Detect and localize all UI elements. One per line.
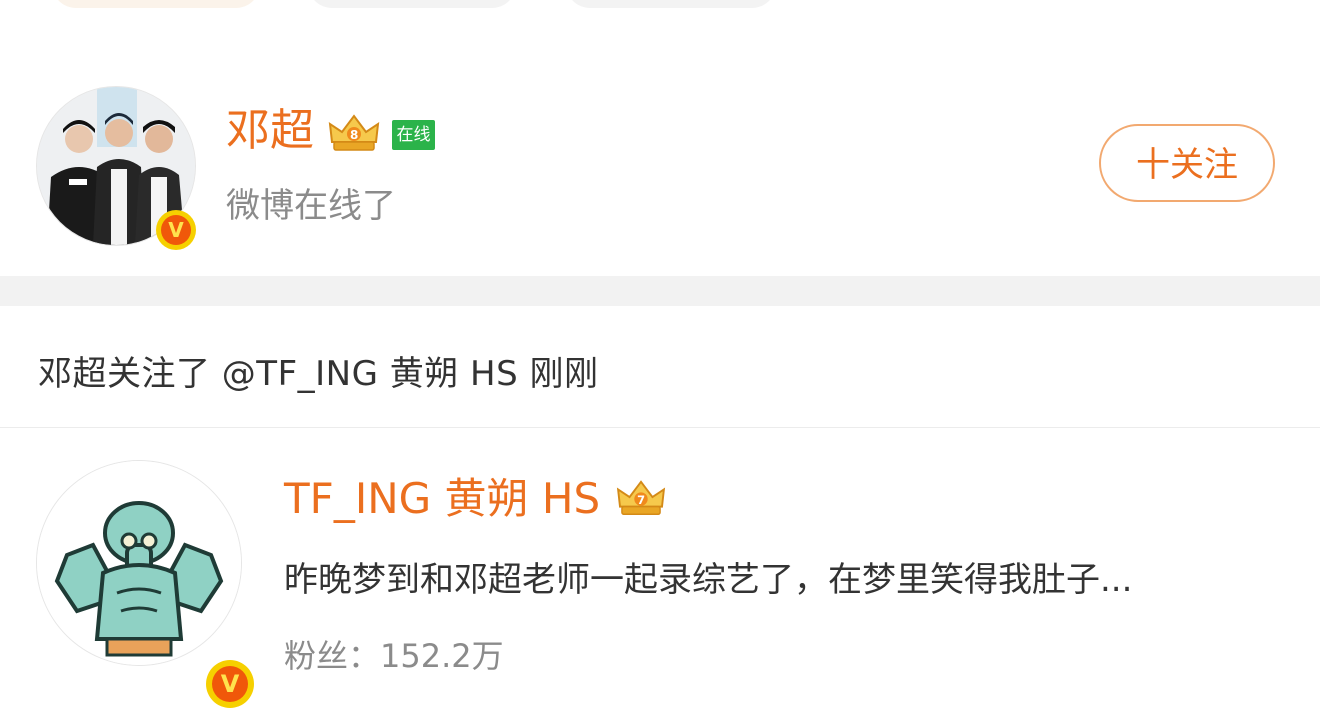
top-pill-2[interactable]: [308, 0, 516, 8]
online-badge: 在线: [392, 120, 435, 150]
top-pill-3[interactable]: [566, 0, 776, 8]
followed-user-description: 昨晚梦到和邓超老师一起录综艺了，在梦里笑得我肚子...: [284, 560, 1133, 600]
section-separator: [0, 276, 1320, 306]
top-tab-pills: [0, 0, 1320, 10]
top-pill-1[interactable]: [52, 0, 260, 8]
activity-text: 邓超关注了 @TF_ING 黄朔 HS 刚刚: [38, 354, 599, 394]
svg-text:8: 8: [350, 128, 358, 142]
fans-count: 粉丝：152.2万: [284, 634, 504, 678]
followed-user-name[interactable]: TF_ING 黄朔 HS: [284, 472, 600, 526]
verified-badge: V: [206, 660, 254, 708]
vip-crown-icon: 7: [616, 480, 666, 515]
user-name[interactable]: 邓超: [226, 104, 314, 158]
svg-text:7: 7: [637, 493, 645, 507]
verified-badge: V: [156, 210, 196, 250]
vip-crown-icon: 8: [328, 114, 380, 151]
fans-value: 152.2万: [380, 637, 504, 675]
user-card[interactable]: V 邓超 8 在线 微博在线了 十关注: [0, 60, 1320, 276]
verified-v-icon: V: [212, 666, 248, 702]
fans-label: 粉丝：: [284, 637, 381, 675]
follow-button[interactable]: 十关注: [1099, 124, 1275, 202]
followed-avatar-container[interactable]: V: [36, 460, 254, 708]
user-status-text: 微博在线了: [226, 186, 396, 226]
verified-v-icon: V: [161, 215, 191, 245]
followed-avatar[interactable]: [36, 460, 242, 666]
page: V 邓超 8 在线 微博在线了 十关注 邓超关注了 @TF_ING 黄朔 HS …: [0, 0, 1320, 711]
user-avatar-container[interactable]: V: [36, 86, 196, 250]
followed-user-row[interactable]: V TF_ING 黄朔 HS 7 昨晚梦到和邓超老师一起录综艺了，在梦里笑得我肚…: [0, 428, 1320, 711]
